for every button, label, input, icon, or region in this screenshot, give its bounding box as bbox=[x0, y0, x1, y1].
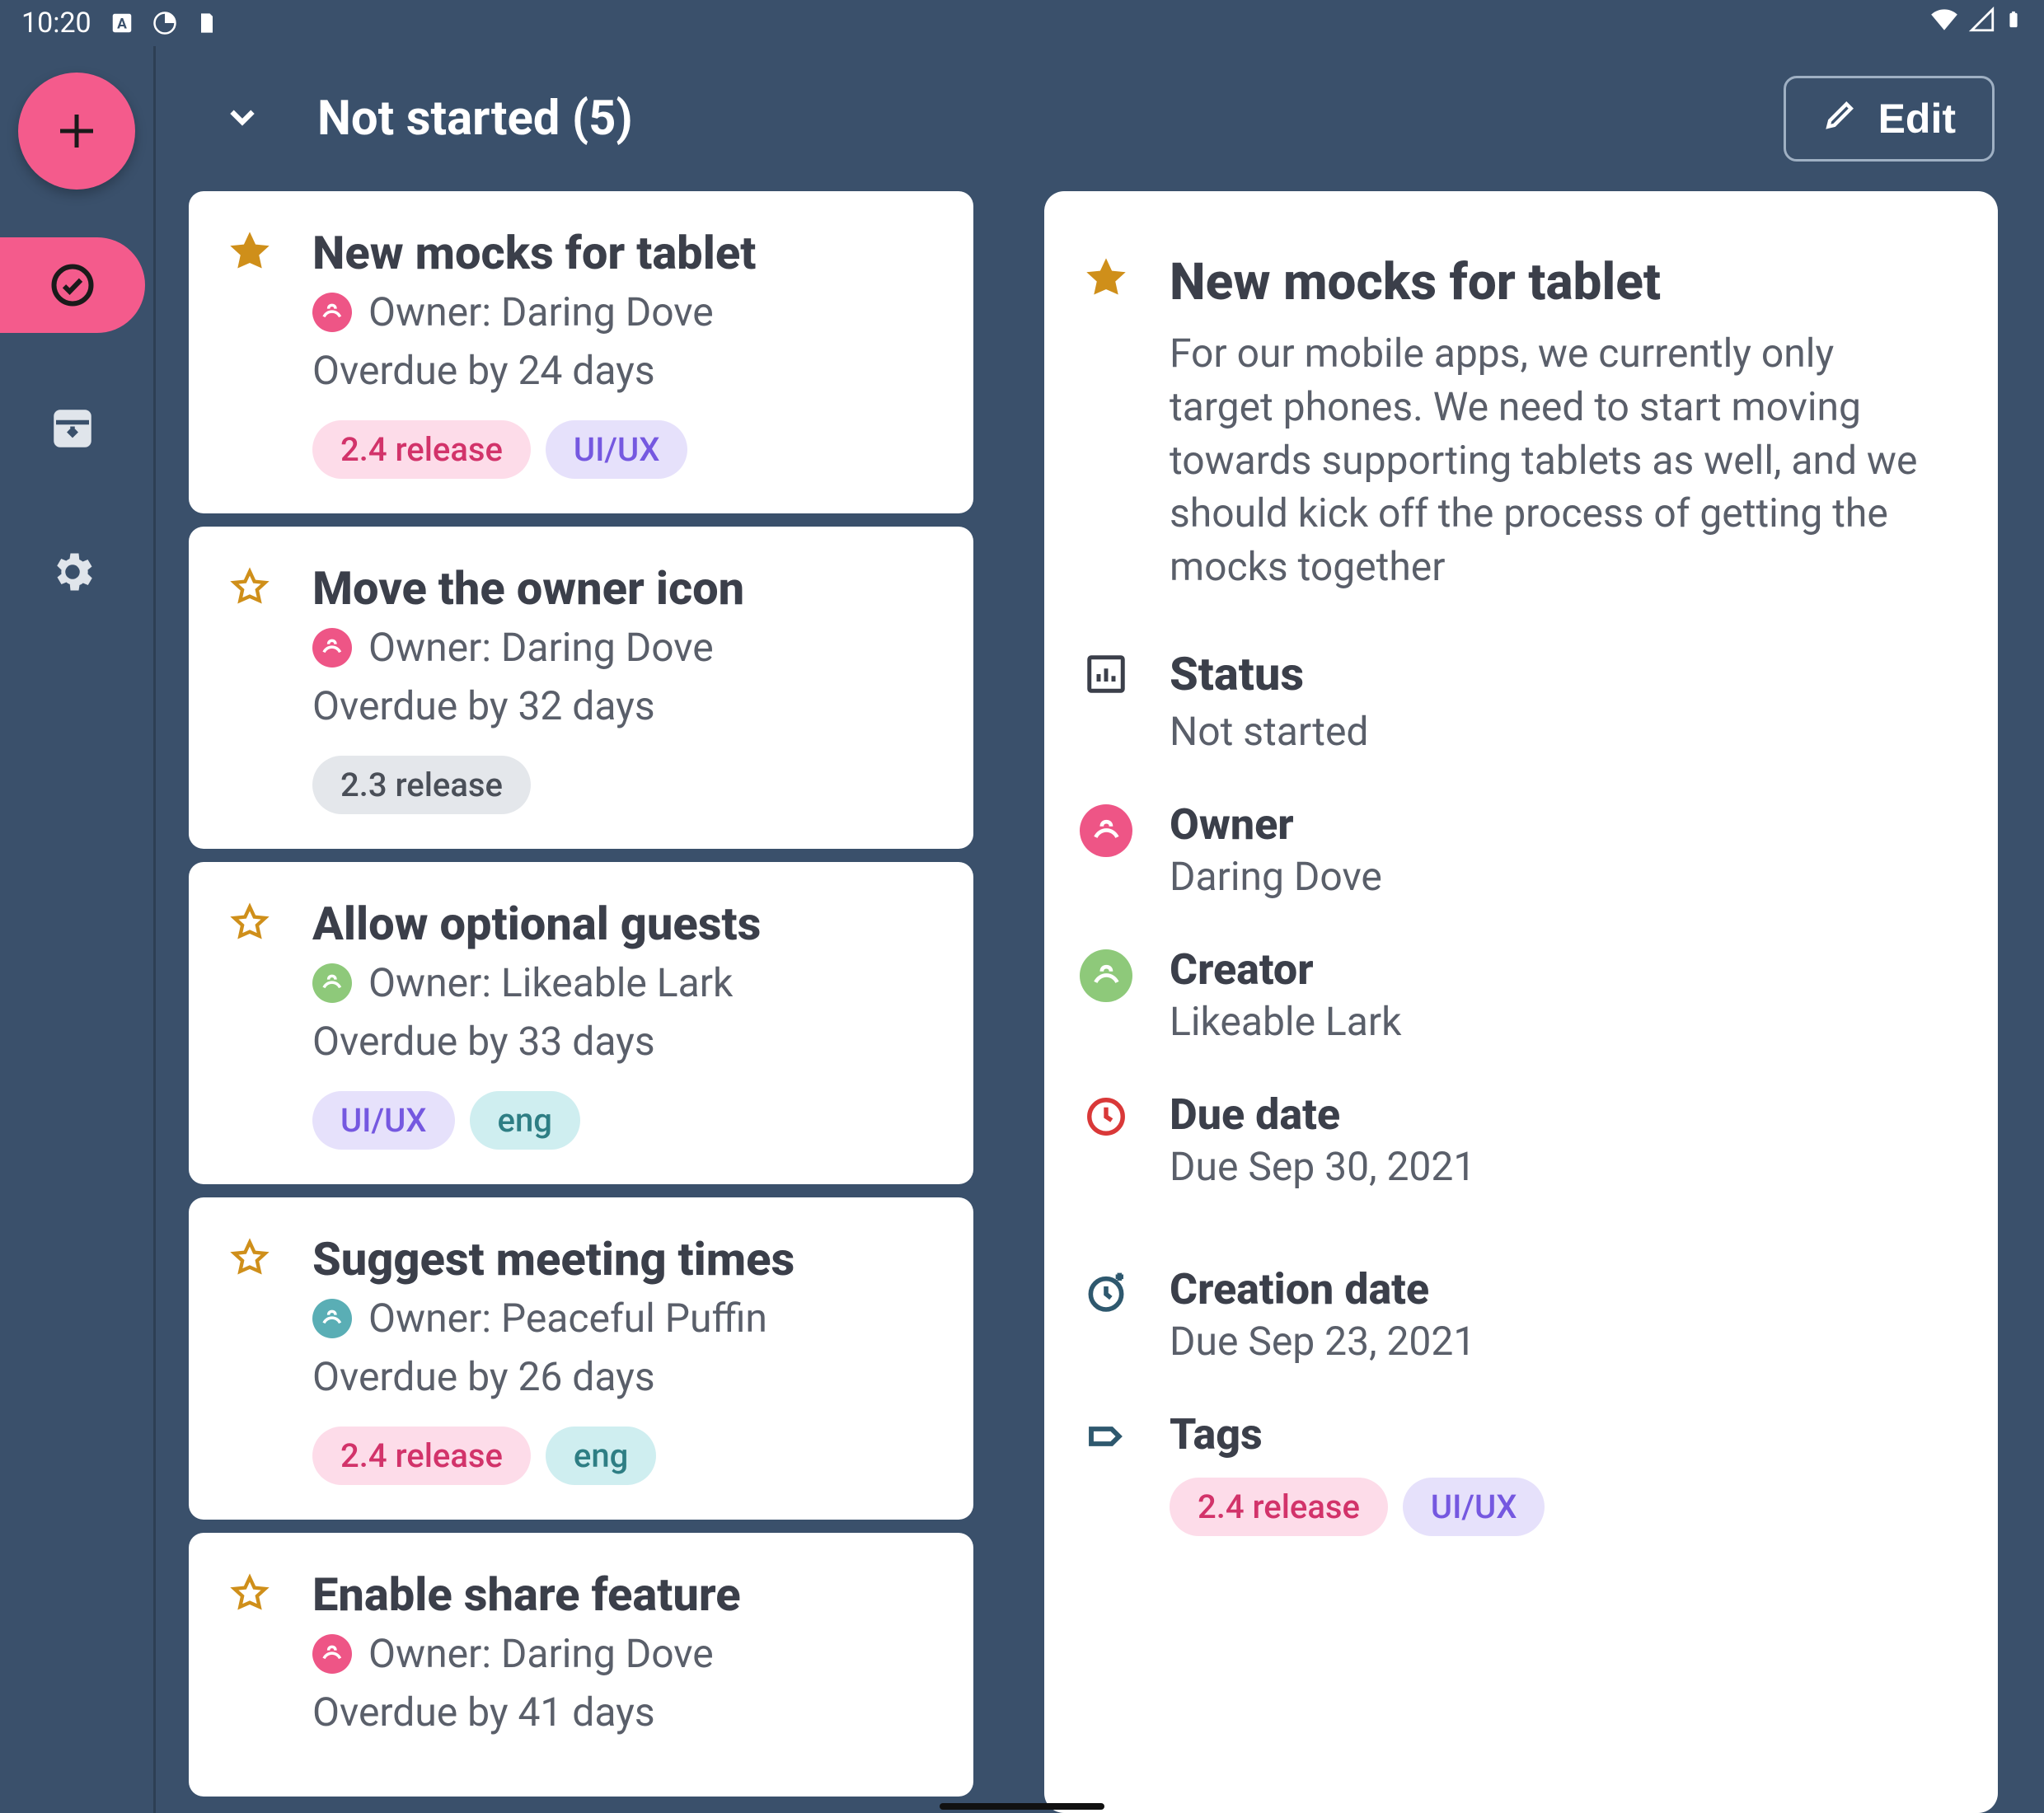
detail-creation-date: Creation date Due Sep 23, 2021 bbox=[1077, 1264, 1932, 1365]
check-circle-icon bbox=[46, 259, 99, 312]
star-toggle[interactable] bbox=[228, 226, 274, 479]
tags-label: Tags bbox=[1170, 1409, 1932, 1459]
app-root: Not started (5) Edit New mocks for table… bbox=[0, 46, 2044, 1813]
status-value: Not started bbox=[1170, 708, 1932, 755]
nav-rail bbox=[0, 46, 153, 1813]
sdcard-icon bbox=[195, 12, 218, 35]
svg-text:A: A bbox=[117, 16, 127, 32]
tag[interactable]: UI/UX bbox=[546, 420, 688, 479]
edit-label: Edit bbox=[1878, 95, 1956, 143]
keyboard-icon: A bbox=[110, 11, 134, 35]
task-detail-panel: New mocks for tablet For our mobile apps… bbox=[1044, 191, 1998, 1813]
detail-creator: Creator Likeable Lark bbox=[1077, 944, 1932, 1045]
android-status-bar: 10:20 A bbox=[0, 0, 2044, 46]
chevron-down-icon[interactable] bbox=[222, 96, 263, 141]
task-title: Enable share feature bbox=[312, 1567, 934, 1622]
created-label: Creation date bbox=[1170, 1264, 1932, 1314]
columns: New mocks for tablet Owner: Daring Dove … bbox=[156, 191, 2044, 1813]
creator-label: Creator bbox=[1170, 944, 1932, 995]
task-owner: Owner: Peaceful Puffin bbox=[312, 1295, 934, 1342]
detail-title: New mocks for tablet bbox=[1170, 252, 1932, 312]
nav-archive[interactable] bbox=[0, 381, 145, 476]
task-card[interactable]: Move the owner icon Owner: Daring Dove O… bbox=[189, 527, 973, 849]
status-label: Status bbox=[1170, 647, 1932, 701]
creator-avatar bbox=[1077, 944, 1135, 1045]
chart-icon bbox=[1077, 647, 1135, 755]
creator-value: Likeable Lark bbox=[1170, 998, 1932, 1045]
task-tags: 2.4 release UI/UX bbox=[312, 420, 934, 479]
nav-handle[interactable] bbox=[940, 1803, 1104, 1810]
nav-settings[interactable] bbox=[0, 524, 145, 620]
tag[interactable]: 2.3 release bbox=[312, 756, 531, 814]
task-card[interactable]: Suggest meeting times Owner: Peaceful Pu… bbox=[189, 1197, 973, 1520]
star-toggle[interactable] bbox=[228, 561, 274, 814]
task-title: Move the owner icon bbox=[312, 561, 934, 616]
task-due: Overdue by 32 days bbox=[312, 682, 934, 729]
clock-add-icon bbox=[1077, 1264, 1135, 1365]
status-left: 10:20 A bbox=[21, 7, 218, 40]
pie-icon bbox=[152, 11, 177, 35]
detail-owner: Owner Daring Dove bbox=[1077, 799, 1932, 900]
task-owner: Owner: Daring Dove bbox=[312, 288, 934, 335]
task-owner: Owner: Likeable Lark bbox=[312, 959, 934, 1006]
star-toggle[interactable] bbox=[228, 1232, 274, 1485]
tag[interactable]: 2.4 release bbox=[312, 1427, 531, 1485]
cell-signal-icon bbox=[1968, 6, 1996, 41]
task-card[interactable]: Allow optional guests Owner: Likeable La… bbox=[189, 862, 973, 1184]
task-card[interactable]: Enable share feature Owner: Daring Dove … bbox=[189, 1533, 973, 1797]
star-icon[interactable] bbox=[1077, 252, 1135, 594]
tag[interactable]: eng bbox=[546, 1427, 656, 1485]
nav-tasks[interactable] bbox=[0, 237, 145, 333]
edit-button[interactable]: Edit bbox=[1784, 76, 1995, 162]
task-title: New mocks for tablet bbox=[312, 226, 934, 280]
owner-avatar bbox=[1077, 799, 1135, 900]
owner-label: Owner bbox=[1170, 799, 1932, 850]
add-button[interactable] bbox=[18, 73, 135, 190]
tag[interactable]: 2.4 release bbox=[1170, 1478, 1388, 1536]
tag[interactable]: UI/UX bbox=[312, 1091, 455, 1150]
section-header: Not started (5) Edit bbox=[156, 46, 2044, 191]
detail-tags: Tags 2.4 release UI/UX bbox=[1077, 1409, 1932, 1536]
due-value: Due Sep 30, 2021 bbox=[1170, 1143, 1932, 1190]
due-label: Due date bbox=[1170, 1089, 1932, 1140]
task-list[interactable]: New mocks for tablet Owner: Daring Dove … bbox=[189, 191, 973, 1813]
battery-icon bbox=[2004, 6, 2023, 41]
task-card[interactable]: New mocks for tablet Owner: Daring Dove … bbox=[189, 191, 973, 513]
star-toggle[interactable] bbox=[228, 897, 274, 1150]
detail-header: New mocks for tablet For our mobile apps… bbox=[1077, 252, 1932, 594]
task-owner: Owner: Daring Dove bbox=[312, 624, 934, 671]
archive-icon bbox=[46, 402, 99, 455]
detail-description: For our mobile apps, we currently only t… bbox=[1170, 327, 1932, 594]
task-tags: 2.4 release eng bbox=[312, 1427, 934, 1485]
created-value: Due Sep 23, 2021 bbox=[1170, 1318, 1932, 1365]
owner-value: Daring Dove bbox=[1170, 853, 1932, 900]
detail-due-date: Due date Due Sep 30, 2021 bbox=[1077, 1089, 1932, 1190]
task-due: Overdue by 41 days bbox=[312, 1689, 934, 1736]
tag[interactable]: 2.4 release bbox=[312, 420, 531, 479]
task-tags: UI/UX eng bbox=[312, 1091, 934, 1150]
task-tags: 2.3 release bbox=[312, 756, 934, 814]
status-right bbox=[1929, 4, 2023, 43]
main-area: Not started (5) Edit New mocks for table… bbox=[153, 46, 2044, 1813]
task-owner: Owner: Daring Dove bbox=[312, 1630, 934, 1677]
tag[interactable]: UI/UX bbox=[1403, 1478, 1545, 1536]
task-due: Overdue by 24 days bbox=[312, 347, 934, 394]
section-title: Not started (5) bbox=[317, 91, 633, 147]
detail-status: Status Not started bbox=[1077, 647, 1932, 755]
clock-icon bbox=[1077, 1089, 1135, 1190]
wifi-icon bbox=[1929, 4, 1960, 43]
clock: 10:20 bbox=[21, 7, 91, 40]
task-due: Overdue by 26 days bbox=[312, 1353, 934, 1400]
task-title: Allow optional guests bbox=[312, 897, 934, 951]
tag-icon bbox=[1077, 1409, 1135, 1536]
tag[interactable]: eng bbox=[470, 1091, 580, 1150]
task-title: Suggest meeting times bbox=[312, 1232, 934, 1286]
pencil-icon bbox=[1822, 95, 1859, 143]
star-toggle[interactable] bbox=[228, 1567, 274, 1762]
gear-icon bbox=[46, 546, 99, 598]
task-due: Overdue by 33 days bbox=[312, 1018, 934, 1065]
